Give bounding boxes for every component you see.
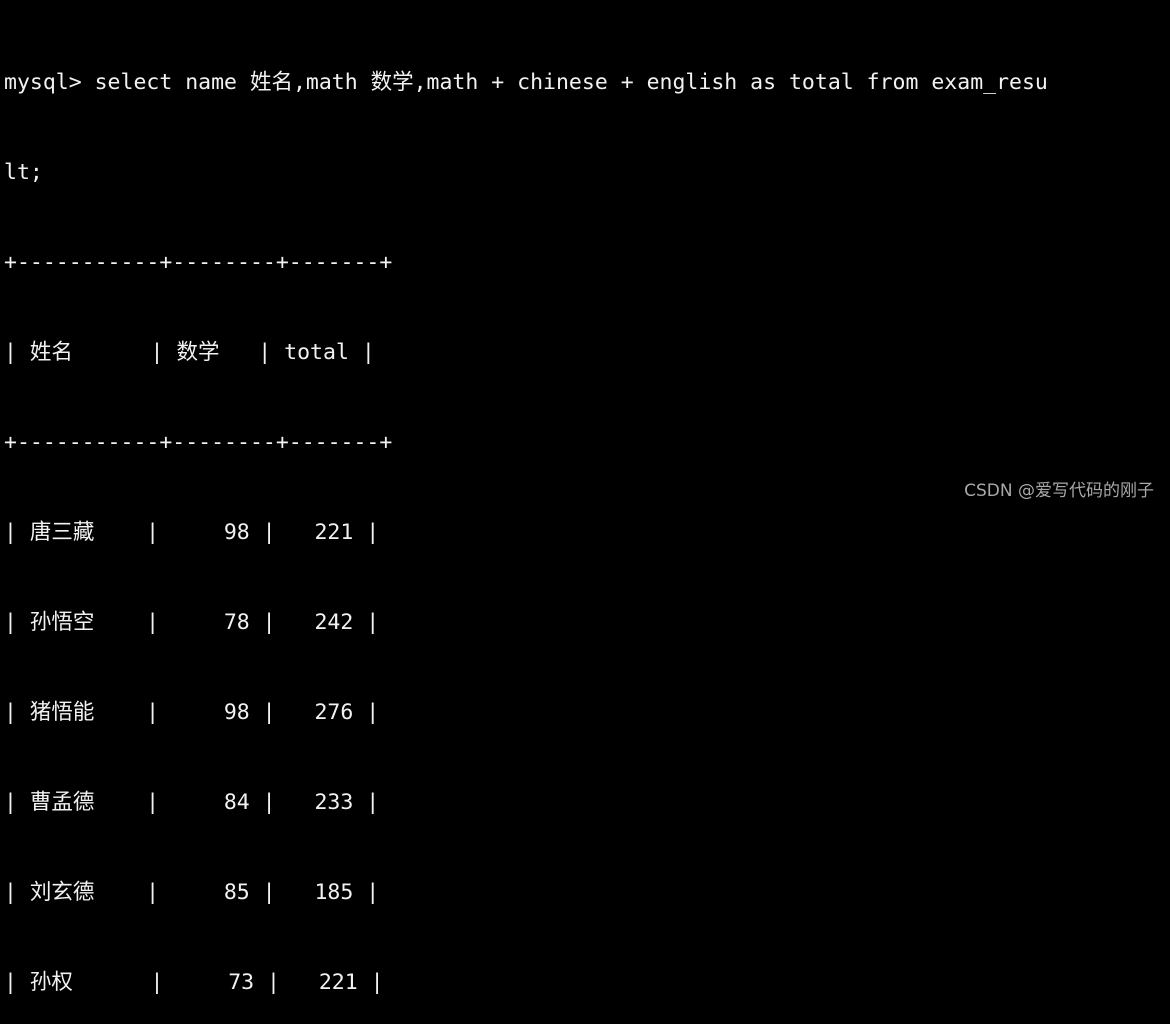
table-border-top: +-----------+--------+-------+ xyxy=(4,250,393,275)
table-row: | 曹孟德 | 84 | 233 | xyxy=(4,790,380,815)
sql-command: select name 姓名,math 数学,math + chinese + … xyxy=(94,70,1048,95)
table-row: | 孙悟空 | 78 | 242 | xyxy=(4,610,380,635)
table-row: | 刘玄德 | 85 | 185 | xyxy=(4,880,380,905)
table-row: | 孙权 | 73 | 221 | xyxy=(4,970,384,995)
table-row: | 猪悟能 | 98 | 276 | xyxy=(4,700,380,725)
table-border-mid: +-----------+--------+-------+ xyxy=(4,430,393,455)
table-row: | 唐三藏 | 98 | 221 | xyxy=(4,520,380,545)
table-header-row: | 姓名 | 数学 | total | xyxy=(4,340,375,365)
command-line-1: mysql> select name 姓名,math 数学,math + chi… xyxy=(4,68,1048,98)
terminal-window[interactable]: mysql> select name 姓名,math 数学,math + chi… xyxy=(4,8,1048,1024)
command-line-2: lt; xyxy=(4,160,43,185)
prompt: mysql> xyxy=(4,70,95,95)
watermark: CSDN @爱写代码的刚子 xyxy=(964,481,1154,501)
